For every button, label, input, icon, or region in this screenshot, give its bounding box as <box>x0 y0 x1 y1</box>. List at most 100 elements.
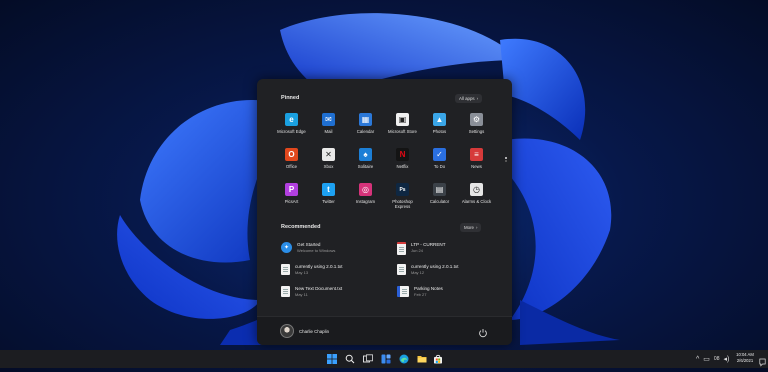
recommended-item-text: currently using 2.0.1.txt May 13 <box>295 264 343 275</box>
recommended-item[interactable]: LTP - CURRENT Jun 24 <box>397 242 507 255</box>
power-icon <box>479 329 487 338</box>
clock-icon: ◷ <box>470 183 483 196</box>
recommended-item[interactable]: ✦ Get Started Welcome to Windows <box>281 242 391 253</box>
power-button[interactable] <box>478 325 488 338</box>
page-dot <box>504 160 507 162</box>
pinned-app-photoshop-express[interactable]: Ps Photoshop Express <box>384 181 421 216</box>
settings-icon: ⚙ <box>470 113 483 126</box>
taskbar-edge-button[interactable] <box>398 353 409 364</box>
task-view-button[interactable] <box>362 353 373 364</box>
notification-center-button[interactable] <box>759 354 766 367</box>
recommended-item-subtitle: Jun 24 <box>411 248 424 253</box>
pinned-app-label: Instagram <box>355 199 376 204</box>
notification-icon[interactable]: ▭ <box>703 355 710 363</box>
recommended-item[interactable]: Parking Notes Feb 27 <box>397 286 507 297</box>
text-document-icon <box>281 286 290 297</box>
calculator-icon: ▤ <box>433 183 446 196</box>
instagram-icon: ◎ <box>359 183 372 196</box>
pinned-app-label: Office <box>285 164 298 169</box>
recommended-item-text: currently using 2.0.1.txt May 12 <box>411 264 459 275</box>
text-document-icon <box>397 264 406 275</box>
pinned-app-office[interactable]: O Office <box>273 146 310 181</box>
pinned-app-label: PicsArt <box>284 199 299 204</box>
pinned-app-label: News <box>471 164 482 169</box>
search-icon <box>345 354 354 363</box>
pinned-app-instagram[interactable]: ◎ Instagram <box>347 181 384 216</box>
pinned-app-label: Photoshop Express <box>392 199 413 209</box>
all-apps-label: All apps <box>459 96 475 101</box>
pinned-app-xbox[interactable]: ✕ Xbox <box>310 146 347 181</box>
volume-icon[interactable]: ◂) <box>723 355 729 363</box>
start-footer: Charlie Chaplin <box>257 316 512 345</box>
pinned-app-label: Twitter <box>322 199 335 204</box>
recommended-item-subtitle: Welcome to Windows <box>297 248 336 253</box>
windows-logo-icon <box>326 353 337 364</box>
store-icon: ▣ <box>396 113 409 126</box>
netflix-icon: N <box>396 148 409 161</box>
pinned-app-twitter[interactable]: t Twitter <box>310 181 347 216</box>
all-apps-button[interactable]: All apps › <box>455 94 483 103</box>
pinned-app-picsart[interactable]: P PicsArt <box>273 181 310 216</box>
word-document-icon <box>397 286 409 297</box>
clock[interactable]: 10:04 AM 2/6/2021 <box>733 352 757 364</box>
pinned-app-label: Mail <box>324 129 333 134</box>
recommended-item-subtitle: Feb 27 <box>414 292 427 297</box>
search-button[interactable] <box>344 353 355 364</box>
pinned-app-clock[interactable]: ◷ Alarms & Clock <box>458 181 495 216</box>
recommended-item-subtitle: May 12 <box>411 270 425 275</box>
chevron-right-icon: › <box>476 225 478 230</box>
pinned-app-edge[interactable]: e Microsoft Edge <box>273 111 310 146</box>
picsart-icon: P <box>285 183 298 196</box>
start-menu: Pinned All apps › e Microsoft Edge ✉ Mail ▦ C… <box>257 79 512 345</box>
photos-icon: ▲ <box>433 113 446 126</box>
office-icon: O <box>285 148 298 161</box>
clock-date: 2/6/2021 <box>736 358 754 363</box>
pinned-app-calendar[interactable]: ▦ Calendar <box>347 111 384 146</box>
pinned-app-label: Microsoft Edge <box>277 129 306 134</box>
pinned-app-solitaire[interactable]: ♠ Solitaire <box>347 146 384 181</box>
recommended-item-text: LTP - CURRENT Jun 24 <box>411 242 446 253</box>
pinned-app-settings[interactable]: ⚙ Settings <box>458 111 495 146</box>
user-name: Charlie Chaplin <box>299 328 330 334</box>
pinned-app-photos[interactable]: ▲ Photos <box>421 111 458 146</box>
more-button[interactable]: More › <box>460 223 482 232</box>
solitaire-icon: ♠ <box>359 148 372 161</box>
file-explorer-button[interactable] <box>416 353 427 364</box>
more-label: More <box>464 225 475 230</box>
recommended-item-text: Parking Notes Feb 27 <box>414 286 443 297</box>
taskbar: ^ ▭ 08 ◂) 10:04 AM 2/6/2021 <box>0 350 768 368</box>
chevron-up-icon[interactable]: ^ <box>696 356 699 363</box>
recommended-item[interactable]: New Text Document.txt May 11 <box>281 286 391 297</box>
pinned-heading: Pinned <box>281 95 300 101</box>
get-started-icon: ✦ <box>281 242 292 253</box>
pinned-app-mail[interactable]: ✉ Mail <box>310 111 347 146</box>
recommended-item-text: Get Started Welcome to Windows <box>297 242 335 253</box>
pinned-app-label: Calendar <box>356 129 375 134</box>
photoshop-express-icon: Ps <box>396 183 409 196</box>
recommended-item[interactable]: currently using 2.0.1.txt May 13 <box>281 264 391 275</box>
taskbar-store-button[interactable] <box>432 353 443 364</box>
pinned-app-calculator[interactable]: ▤ Calculator <box>421 181 458 216</box>
pinned-app-label: Netflix <box>396 164 409 169</box>
xbox-icon: ✕ <box>322 148 335 161</box>
recommended-item-subtitle: May 11 <box>295 292 308 297</box>
start-button[interactable] <box>326 353 337 364</box>
pdf-document-icon <box>397 242 406 255</box>
user-account-button[interactable]: Charlie Chaplin <box>280 324 329 338</box>
recommended-item-subtitle: May 13 <box>295 270 309 275</box>
recommended-item-text: New Text Document.txt May 11 <box>295 286 342 297</box>
pinned-app-todo[interactable]: ✓ To Do <box>421 146 458 181</box>
pinned-app-label: Alarms & Clock <box>461 199 492 204</box>
widgets-button[interactable] <box>380 353 391 364</box>
task-view-icon <box>362 353 373 362</box>
pinned-app-store[interactable]: ▣ Microsoft Store <box>384 111 421 146</box>
avatar <box>280 324 294 338</box>
recommended-item[interactable]: currently using 2.0.1.txt May 12 <box>397 264 507 275</box>
pinned-app-netflix[interactable]: N Netflix <box>384 146 421 181</box>
tray-number: 08 <box>713 356 720 362</box>
mail-icon: ✉ <box>322 113 335 126</box>
pinned-app-news[interactable]: ≡ News <box>458 146 495 181</box>
page-indicator[interactable] <box>504 156 507 166</box>
calendar-icon: ▦ <box>359 113 372 126</box>
page-dot-active <box>504 157 507 159</box>
